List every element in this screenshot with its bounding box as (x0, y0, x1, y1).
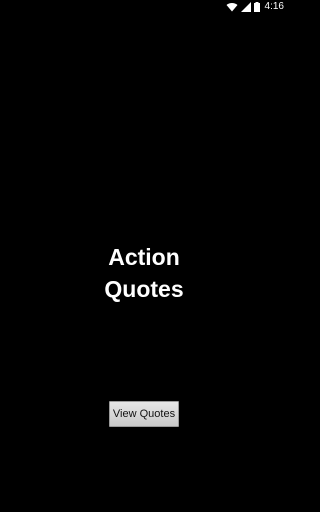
title-line-1: Action (108, 244, 180, 270)
signal-icon (240, 2, 251, 12)
wifi-icon (226, 2, 238, 12)
status-clock: 4:16 (264, 1, 284, 12)
battery-icon (253, 2, 260, 12)
app-screen: 4:16 Action Quotes View Quotes (0, 0, 288, 512)
status-icons: 4:16 (226, 0, 284, 14)
title-line-2: Quotes (104, 276, 184, 302)
view-quotes-button[interactable]: View Quotes (109, 401, 179, 427)
app-title: Action Quotes (0, 241, 288, 305)
status-bar: 4:16 (0, 0, 288, 14)
